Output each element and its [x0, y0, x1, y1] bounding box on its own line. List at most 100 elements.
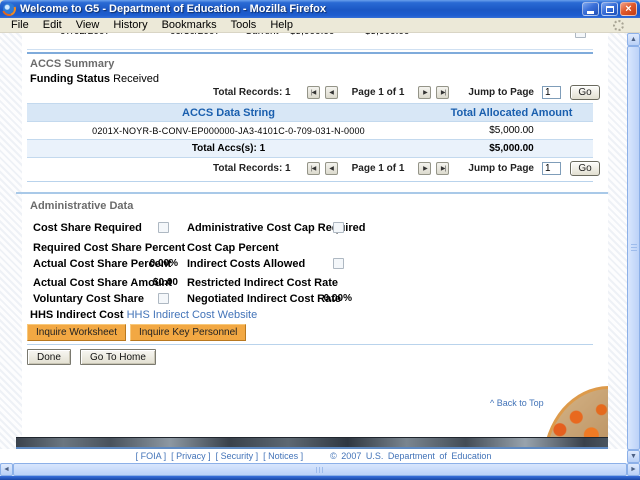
window-controls: × — [582, 2, 637, 16]
menu-tools[interactable]: Tools — [224, 18, 264, 33]
clipped-end-date: 09/30/2007 — [170, 33, 220, 37]
voluntary-cost-share-checkbox[interactable] — [158, 293, 169, 304]
menu-edit[interactable]: Edit — [36, 18, 69, 33]
hhs-indirect-cost-label: HHS Indirect Cost — [30, 309, 124, 321]
inquire-actions: Inquire Worksheet Inquire Key Personnel — [27, 324, 247, 341]
actual-cost-share-amount-value: $0.00 — [152, 277, 178, 288]
menu-bar: File Edit View History Bookmarks Tools H… — [0, 18, 640, 33]
close-button[interactable]: × — [620, 2, 637, 16]
first-page-icon: |◀ — [311, 90, 316, 96]
menu-bookmarks[interactable]: Bookmarks — [155, 18, 224, 33]
menu-view[interactable]: View — [69, 18, 107, 33]
minimize-icon — [587, 11, 594, 14]
firefox-icon — [3, 3, 15, 15]
back-to-top-link[interactable]: ^ Back to Top — [490, 398, 544, 408]
table-row: 0201X-NOYR-B-CONV-EP000000-JA3-4101C-0-7… — [27, 122, 593, 140]
menu-file[interactable]: File — [4, 18, 36, 33]
indirect-costs-allowed-checkbox[interactable] — [333, 258, 344, 269]
last-page-icon: ▶| — [440, 90, 446, 96]
divider — [27, 344, 593, 345]
funding-status-label: Funding Status — [30, 73, 111, 85]
page-indicator: Page 1 of 1 — [351, 87, 405, 98]
clipped-row-checkbox[interactable] — [575, 33, 586, 38]
go-to-home-button[interactable]: Go To Home — [80, 349, 156, 365]
minimize-button[interactable] — [582, 2, 599, 16]
scroll-right-icon[interactable]: ► — [627, 463, 640, 476]
jump-to-page-label: Jump to Page — [468, 163, 534, 174]
table-header-row: ACCS Data String Total Allocated Amount — [27, 103, 593, 122]
page-footer: [ FOIA ] [ Privacy ] [ Security ] [ Noti… — [0, 449, 627, 463]
divider — [27, 49, 593, 50]
vertical-scrollbar[interactable]: ▲ ▼ — [627, 33, 640, 463]
firefox-window: Welcome to G5 - Department of Education … — [0, 0, 640, 480]
voluntary-cost-share-label: Voluntary Cost Share — [33, 293, 145, 305]
indirect-costs-allowed-label: Indirect Costs Allowed — [187, 258, 306, 270]
jump-to-page-input[interactable] — [542, 86, 561, 99]
page-viewport: 07/02/2007 09/30/2007 Current $5,000.00 … — [0, 33, 627, 463]
vertical-scrollbar-thumb[interactable] — [627, 46, 640, 450]
footer-security-link[interactable]: [ Security ] — [216, 451, 259, 461]
funding-status-row: Funding Status Received — [30, 73, 159, 85]
clipped-start-date: 07/02/2007 — [60, 33, 110, 37]
clipped-amount-2: $5,000.00 — [365, 33, 410, 37]
go-button[interactable]: Go — [570, 85, 600, 100]
scrollbar-grip — [631, 244, 637, 252]
prev-page-icon: ◀ — [329, 166, 334, 172]
hhs-indirect-cost-website-link[interactable]: HHS Indirect Cost Website — [127, 309, 258, 321]
scroll-up-icon[interactable]: ▲ — [627, 33, 640, 46]
scroll-left-icon[interactable]: ◄ — [0, 463, 13, 476]
metallic-divider-bar — [16, 437, 608, 447]
prev-page-button[interactable]: ◀ — [324, 86, 338, 99]
jump-to-page-label: Jump to Page — [468, 87, 534, 98]
prev-page-button[interactable]: ◀ — [324, 162, 338, 175]
cost-share-required-label: Cost Share Required — [33, 222, 142, 234]
actual-cost-share-percent-value: 0.00% — [149, 258, 178, 269]
total-records-label: Total Records: 1 — [213, 163, 291, 174]
last-page-button[interactable]: ▶| — [436, 162, 450, 175]
inquire-worksheet-button[interactable]: Inquire Worksheet — [27, 324, 126, 341]
done-button[interactable]: Done — [27, 349, 71, 365]
maximize-button[interactable] — [601, 2, 618, 16]
col-total-allocated-amount: Total Allocated Amount — [450, 106, 573, 119]
inquire-key-personnel-button[interactable]: Inquire Key Personnel — [129, 324, 247, 341]
accs-table: ACCS Data String Total Allocated Amount … — [27, 103, 593, 158]
first-page-button[interactable]: |◀ — [306, 162, 320, 175]
admin-row: Cost Share Required Administrative Cost … — [33, 222, 453, 236]
divider — [27, 52, 593, 54]
copyright-text: © 2007 U.S. Department of Education — [330, 451, 492, 461]
cost-share-required-checkbox[interactable] — [158, 222, 169, 233]
cost-cap-percent-label: Cost Cap Percent — [187, 242, 279, 254]
page-indicator: Page 1 of 1 — [351, 163, 405, 174]
col-accs-data-string: ACCS Data String — [182, 106, 275, 119]
jump-to-page-input[interactable] — [542, 162, 561, 175]
horizontal-scrollbar-thumb[interactable] — [13, 463, 627, 476]
first-page-icon: |◀ — [311, 166, 316, 172]
menu-history[interactable]: History — [106, 18, 154, 33]
divider — [27, 181, 593, 182]
title-bar: Welcome to G5 - Department of Education … — [0, 0, 640, 18]
footer-notices-link[interactable]: [ Notices ] — [263, 451, 303, 461]
horizontal-scrollbar[interactable]: ◄ ► — [0, 463, 640, 476]
scroll-down-icon[interactable]: ▼ — [627, 450, 640, 463]
next-page-button[interactable]: ▶ — [418, 86, 432, 99]
hhs-indirect-cost-row: HHS Indirect Cost HHS Indirect Cost Webs… — [30, 309, 257, 321]
restricted-indirect-cost-rate-label: Restricted Indirect Cost Rate — [187, 277, 338, 289]
funding-status-value: Received — [113, 73, 159, 85]
last-page-button[interactable]: ▶| — [436, 86, 450, 99]
total-accs-label: Total Accs(s): 1 — [191, 143, 266, 154]
negotiated-indirect-cost-rate-value: 0.00% — [323, 293, 352, 304]
first-page-button[interactable]: |◀ — [306, 86, 320, 99]
allocated-amount-value: $5,000.00 — [489, 125, 534, 136]
table-total-row: Total Accs(s): 1 $5,000.00 — [27, 140, 593, 158]
go-button[interactable]: Go — [570, 161, 600, 176]
footer-privacy-link[interactable]: [ Privacy ] — [171, 451, 211, 461]
clipped-status: Current — [245, 33, 278, 37]
next-page-button[interactable]: ▶ — [418, 162, 432, 175]
prev-page-icon: ◀ — [329, 90, 334, 96]
administrative-data-heading: Administrative Data — [30, 200, 134, 212]
admin-cost-cap-required-checkbox[interactable] — [333, 222, 344, 233]
footer-foia-link[interactable]: [ FOIA ] — [136, 451, 167, 461]
next-page-icon: ▶ — [423, 166, 428, 172]
menu-help[interactable]: Help — [263, 18, 300, 33]
clipped-amount-1: $5,000.00 — [290, 33, 335, 37]
